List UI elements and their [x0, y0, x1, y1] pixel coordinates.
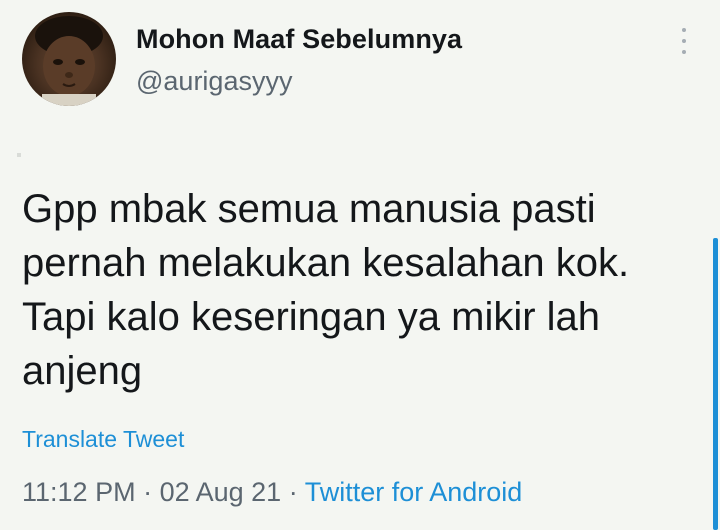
meta-separator: ·: [281, 477, 305, 507]
tweet-meta: 11:12 PM · 02 Aug 21 · Twitter for Andro…: [22, 477, 522, 508]
meta-separator: ·: [135, 477, 160, 507]
more-vertical-icon[interactable]: [677, 28, 691, 54]
avatar-image: [35, 16, 103, 106]
divider-mark: [17, 153, 21, 157]
tweet-text: Gpp mbak semua manusia pasti pernah mela…: [22, 187, 630, 393]
display-name[interactable]: Mohon Maaf Sebelumnya: [136, 24, 462, 55]
tweet-source-link[interactable]: Twitter for Android: [305, 477, 523, 507]
tweet-time: 11:12 PM: [22, 477, 136, 507]
avatar[interactable]: [22, 12, 116, 106]
scrollbar[interactable]: [713, 238, 718, 530]
translate-tweet-link[interactable]: Translate Tweet: [22, 426, 184, 453]
tweet-date: 02 Aug 21: [159, 477, 282, 507]
user-handle[interactable]: @aurigasyyy: [136, 66, 292, 97]
